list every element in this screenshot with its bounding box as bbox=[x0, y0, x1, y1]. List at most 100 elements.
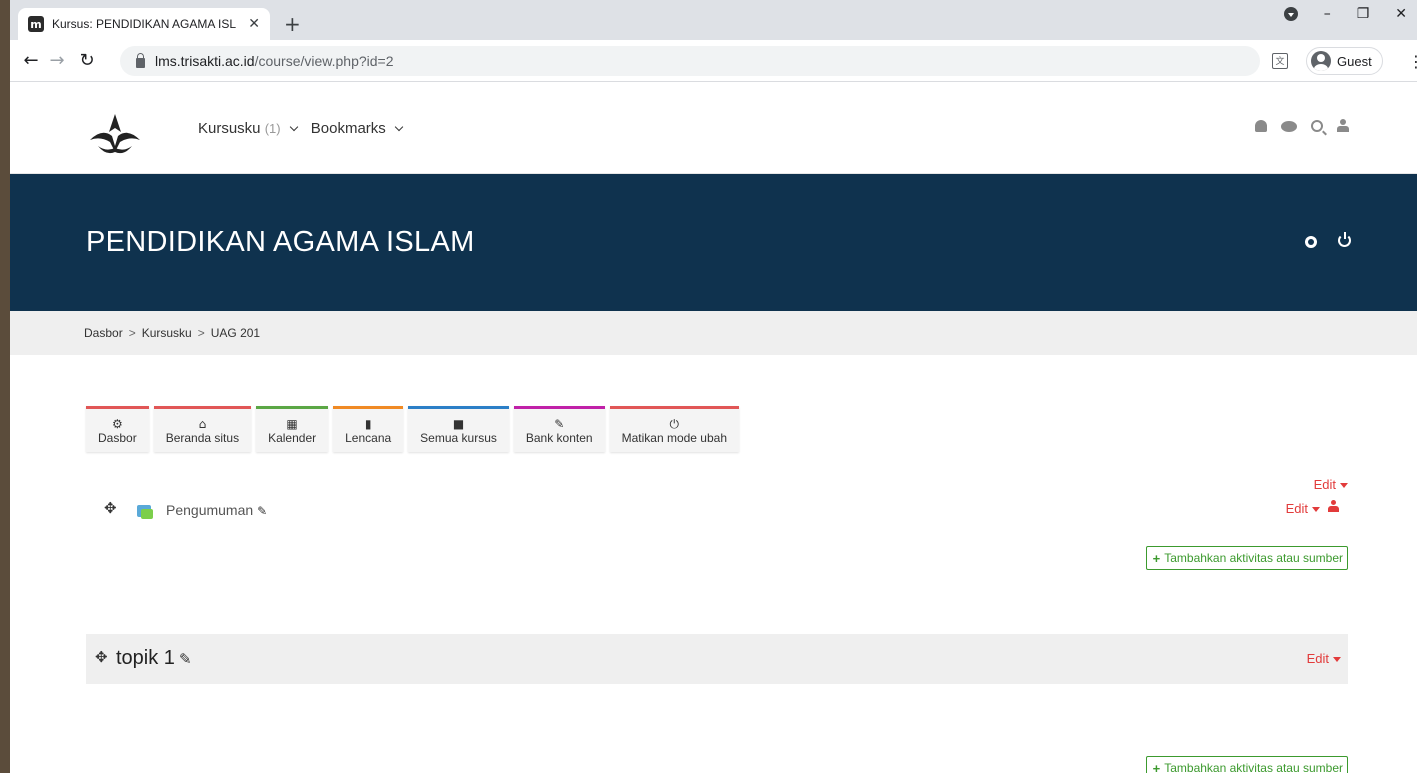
section-edit-menu[interactable]: Edit bbox=[1314, 477, 1348, 492]
section-edit-menu[interactable]: Edit bbox=[1307, 651, 1341, 666]
browser-toolbar: ← → ↻ lms.trisakti.ac.id /course/view.ph… bbox=[10, 40, 1417, 82]
kursusku-menu[interactable]: Kursusku (1) bbox=[198, 120, 299, 137]
translate-icon[interactable]: 文 bbox=[1272, 53, 1288, 69]
bookmarks-menu[interactable]: Bookmarks bbox=[310, 120, 404, 137]
quicklink-matikan-mode-ubah[interactable]: ⏻ Matikan mode ubah bbox=[609, 406, 739, 452]
tab-search-icon[interactable] bbox=[1283, 7, 1298, 21]
quicklink-kalender[interactable]: ▦ Kalender bbox=[256, 406, 329, 452]
trisakti-logo-icon[interactable] bbox=[86, 112, 144, 156]
moodle-favicon-icon: m bbox=[28, 16, 44, 32]
quicklink-beranda-situs[interactable]: ⌂ Beranda situs bbox=[153, 406, 252, 452]
quicklink-label: Dasbor bbox=[98, 430, 137, 445]
user-icon[interactable] bbox=[1337, 118, 1349, 132]
bookmarks-label: Bookmarks bbox=[310, 120, 386, 137]
breadcrumb-separator: > bbox=[197, 326, 205, 340]
gear-icon[interactable] bbox=[1303, 236, 1319, 248]
bell-icon[interactable] bbox=[1255, 120, 1267, 132]
brush-icon: ✎ bbox=[554, 416, 565, 431]
close-window-button[interactable]: ✕ bbox=[1395, 6, 1407, 22]
chevron-down-icon bbox=[394, 122, 404, 132]
chevron-down-icon bbox=[289, 122, 299, 132]
quicklink-label: Bank konten bbox=[525, 430, 593, 445]
move-icon[interactable]: ✥ bbox=[104, 499, 117, 517]
section-title-text: topik 1 bbox=[116, 647, 175, 669]
pencil-icon[interactable]: ✎ bbox=[257, 504, 267, 518]
quicklink-label: Lencana bbox=[345, 430, 392, 445]
breadcrumb-kursusku[interactable]: Kursusku bbox=[142, 326, 192, 340]
restore-button[interactable]: ❐ bbox=[1357, 6, 1370, 22]
course-content: ⚙ Dasbor ⌂ Beranda situs ▦ Kalender ▮ Le… bbox=[10, 355, 1417, 773]
move-icon[interactable]: ✥ bbox=[95, 648, 108, 666]
breadcrumb-dasbor[interactable]: Dasbor bbox=[84, 326, 123, 340]
new-tab-button[interactable]: + bbox=[284, 12, 301, 36]
window-controls: – ❐ ✕ bbox=[1283, 6, 1417, 22]
section-title: topik 1 ✎ bbox=[116, 647, 192, 670]
search-icon[interactable] bbox=[1311, 119, 1323, 132]
back-arrow-icon[interactable]: ← bbox=[18, 50, 44, 71]
tab-title: Kursus: PENDIDIKAN AGAMA ISL bbox=[52, 17, 237, 31]
kursusku-count: (1) bbox=[264, 121, 281, 136]
reload-icon[interactable]: ↻ bbox=[74, 50, 100, 71]
quicklink-label: Beranda situs bbox=[165, 430, 240, 445]
section-header-topik-1: ✥ topik 1 ✎ Edit bbox=[86, 634, 1348, 684]
quicklink-lencana[interactable]: ▮ Lencana bbox=[333, 406, 404, 452]
address-bar[interactable]: lms.trisakti.ac.id /course/view.php?id=2 bbox=[120, 46, 1260, 76]
power-icon[interactable] bbox=[1338, 232, 1351, 247]
power-icon: ⏻ bbox=[669, 416, 680, 431]
activity-edit-menu[interactable]: Edit bbox=[1286, 501, 1320, 516]
calendar-icon: ▦ bbox=[286, 416, 298, 431]
course-header: PENDIDIKAN AGAMA ISLAM bbox=[10, 174, 1417, 311]
lock-icon[interactable] bbox=[136, 52, 145, 68]
url-host: lms.trisakti.ac.id bbox=[155, 53, 255, 69]
group-mode-user-icon[interactable] bbox=[1328, 500, 1339, 513]
minimize-button[interactable]: – bbox=[1324, 6, 1331, 22]
book-icon: ■ bbox=[452, 416, 465, 431]
profile-label: Guest bbox=[1337, 53, 1372, 69]
site-navbar: Kursusku (1) Bookmarks bbox=[10, 82, 1417, 174]
forward-arrow-icon[interactable]: → bbox=[44, 50, 70, 71]
edit-label: Edit bbox=[1306, 651, 1329, 666]
forum-icon bbox=[137, 505, 153, 519]
quicklink-label: Semua kursus bbox=[420, 430, 497, 445]
kursusku-label: Kursusku bbox=[198, 120, 261, 137]
dashboard-icon: ⚙ bbox=[111, 416, 123, 431]
breadcrumb: Dasbor > Kursusku > UAG 201 bbox=[84, 326, 260, 340]
quicklink-label: Matikan mode ubah bbox=[621, 430, 727, 445]
breadcrumb-course[interactable]: UAG 201 bbox=[211, 326, 260, 340]
navbar-icons bbox=[1255, 118, 1349, 132]
activity-pengumuman[interactable]: Pengumuman ✎ bbox=[166, 502, 267, 518]
caret-down-icon bbox=[1333, 657, 1341, 663]
quicklink-semua-kursus[interactable]: ■ Semua kursus bbox=[408, 406, 509, 452]
quicklink-label: Kalender bbox=[268, 430, 317, 445]
edit-label: Edit bbox=[1313, 477, 1336, 492]
add-activity-button[interactable]: + Tambahkan aktivitas atau sumber bbox=[1145, 546, 1348, 570]
quicklink-bank-konten[interactable]: ✎ Bank konten bbox=[513, 406, 605, 452]
caret-down-icon bbox=[1312, 507, 1320, 513]
breadcrumb-bar: Dasbor > Kursusku > UAG 201 bbox=[10, 311, 1417, 355]
add-activity-button[interactable]: + Tambahkan aktivitas atau sumber bbox=[1145, 756, 1348, 773]
browser-tab[interactable]: m Kursus: PENDIDIKAN AGAMA ISL ✕ bbox=[18, 8, 270, 40]
guest-avatar-icon bbox=[1311, 51, 1331, 71]
url-path: /course/view.php?id=2 bbox=[254, 53, 394, 69]
pencil-icon[interactable]: ✎ bbox=[179, 650, 192, 668]
add-activity-label: Tambahkan aktivitas atau sumber bbox=[1164, 761, 1343, 773]
quicklinks: ⚙ Dasbor ⌂ Beranda situs ▦ Kalender ▮ Le… bbox=[86, 406, 739, 452]
quicklink-dasbor[interactable]: ⚙ Dasbor bbox=[86, 406, 149, 452]
desktop-edge bbox=[0, 0, 10, 773]
browser-window: m Kursus: PENDIDIKAN AGAMA ISL ✕ + – ❐ ✕… bbox=[10, 0, 1417, 773]
plus-icon: + bbox=[1152, 760, 1161, 773]
home-icon: ⌂ bbox=[198, 416, 207, 431]
edit-label: Edit bbox=[1285, 501, 1308, 516]
tab-strip: m Kursus: PENDIDIKAN AGAMA ISL ✕ + – ❐ ✕ bbox=[10, 0, 1417, 40]
navbar-links: Kursusku (1) Bookmarks bbox=[198, 120, 404, 137]
page-title: PENDIDIKAN AGAMA ISLAM bbox=[86, 226, 475, 258]
browser-menu-icon[interactable]: ⋮ bbox=[1408, 52, 1417, 71]
tab-close-icon[interactable]: ✕ bbox=[248, 16, 260, 32]
plus-icon: + bbox=[1152, 550, 1161, 566]
add-activity-label: Tambahkan aktivitas atau sumber bbox=[1164, 551, 1343, 565]
breadcrumb-separator: > bbox=[128, 326, 136, 340]
caret-down-icon bbox=[1340, 483, 1348, 489]
chat-icon[interactable] bbox=[1281, 121, 1297, 132]
activity-label: Pengumuman bbox=[166, 502, 254, 518]
profile-button[interactable]: Guest bbox=[1306, 47, 1383, 75]
